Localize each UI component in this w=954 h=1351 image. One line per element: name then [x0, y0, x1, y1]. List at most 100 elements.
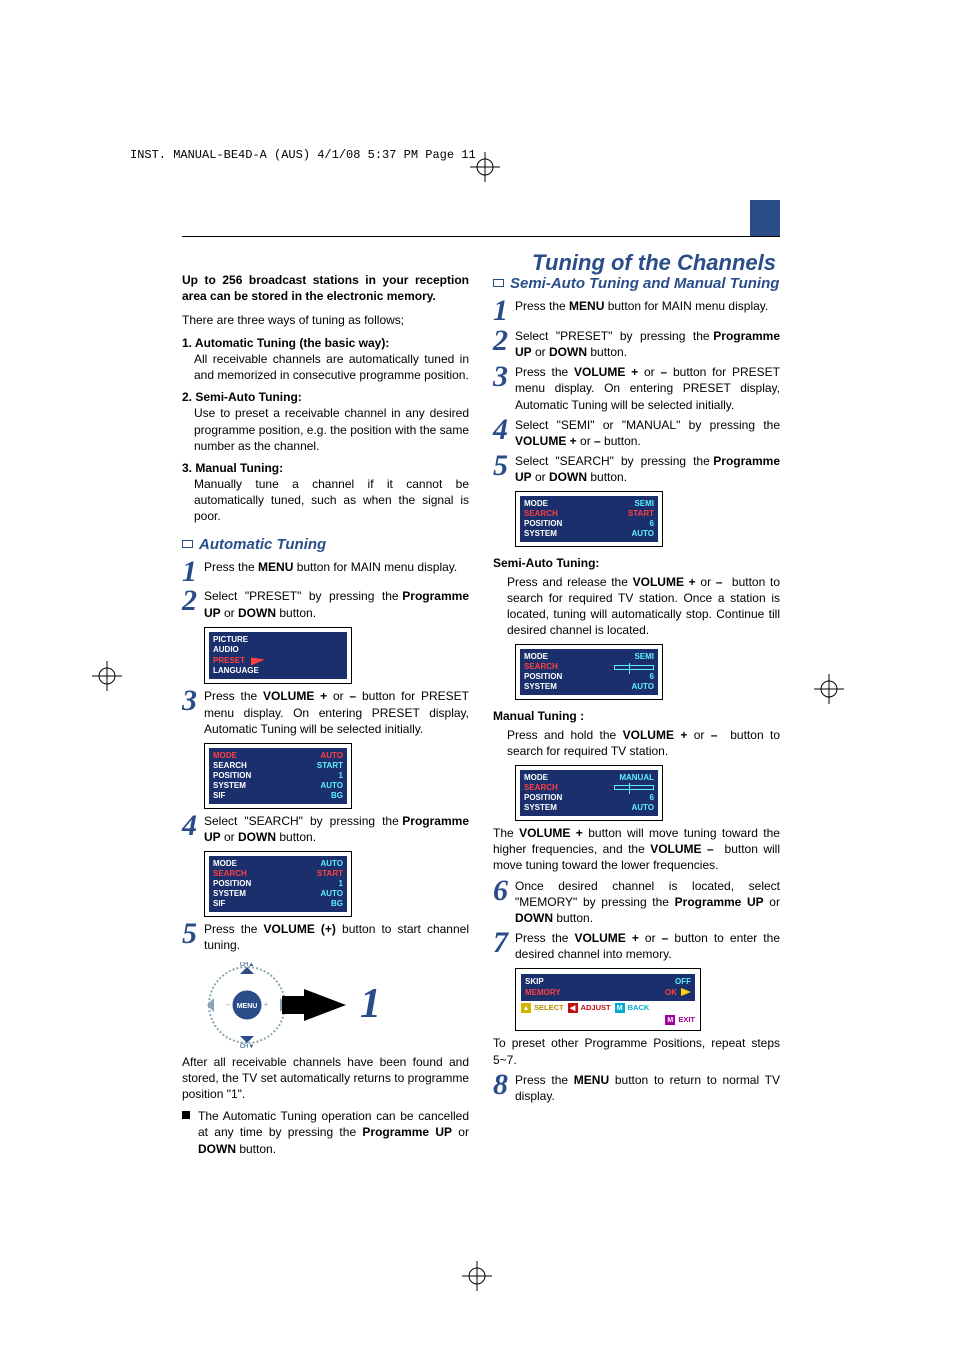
osd-row: SIFBG	[213, 791, 343, 801]
step-number: 3	[182, 688, 204, 714]
registration-mark-top	[470, 152, 500, 182]
step-text: Press the MENU button for MAIN menu disp…	[204, 559, 469, 575]
osd-row: SYSTEMAUTO	[524, 803, 654, 813]
osd-row: SEARCH	[524, 662, 654, 672]
right-column: Semi-Auto Tuning and Manual Tuning 1 Pre…	[493, 272, 780, 1223]
tuning-type-semi: 2. Semi-Auto Tuning: Use to preset a rec…	[182, 389, 469, 454]
step-number: 2	[182, 588, 204, 614]
step-text: Press the VOLUME + or – button for PRESE…	[204, 688, 469, 737]
step-number: 5	[182, 921, 204, 947]
red-key-icon: ◀	[568, 1003, 578, 1013]
step-text: Press the MENU button to return to norma…	[515, 1072, 780, 1104]
section-semi-manual: Semi-Auto Tuning and Manual Tuning	[493, 274, 780, 294]
cyan-key-icon: M	[615, 1003, 625, 1013]
cancel-text: The Automatic Tuning operation can be ca…	[198, 1108, 469, 1157]
step-number: 2	[493, 328, 515, 354]
step-8: 8 Press the MENU button to return to nor…	[493, 1072, 780, 1104]
osd-row: MODESEMI	[524, 499, 654, 509]
yellow-key-icon: ▲	[521, 1003, 531, 1013]
step-number: 6	[493, 878, 515, 904]
print-header: INST. MANUAL-BE4D-A (AUS) 4/1/08 5:37 PM…	[130, 148, 476, 162]
remote-diagram: MENU CH▲ CH▼ – + 1	[204, 962, 469, 1048]
osd-row: SIFBG	[213, 899, 343, 909]
section-bullet-icon	[182, 540, 193, 548]
step-3: 3 Press the VOLUME + or – button for PRE…	[493, 364, 780, 413]
soft-keys: ▲SELECT ◀ADJUST MBACK	[521, 1003, 695, 1013]
osd-item: AUDIO	[213, 645, 343, 655]
left-column: Up to 256 broadcast stations in your rec…	[182, 272, 469, 1223]
step-text: Select "SEARCH" by pressing the Programm…	[515, 453, 780, 485]
big-1: 1	[360, 976, 381, 1033]
step-text: Press the VOLUME + or – button for PRESE…	[515, 364, 780, 413]
content-columns: Up to 256 broadcast stations in your rec…	[182, 272, 780, 1223]
osd-semi-1: MODESEMI SEARCHSTART POSITION6 SYSTEMAUT…	[515, 491, 663, 547]
registration-mark-right	[814, 674, 844, 704]
svg-text:CH▲: CH▲	[240, 962, 255, 968]
osd-preset-auto-search: MODEAUTO SEARCHSTART POSITION1 SYSTEMAUT…	[204, 851, 352, 917]
cancel-note: The Automatic Tuning operation can be ca…	[182, 1108, 469, 1157]
osd-row: MEMORYOK	[525, 988, 691, 998]
osd-row: MODESEMI	[524, 652, 654, 662]
osd-row: POSITION1	[213, 771, 343, 781]
osd-row: SYSTEMAUTO	[213, 889, 343, 899]
sk-label: ADJUST	[581, 1003, 611, 1013]
arrow-right-icon	[304, 989, 346, 1021]
osd-item: LANGUAGE	[213, 666, 343, 676]
step-text: Select "PRESET" by pressing the Programm…	[515, 328, 780, 360]
sk-label: SELECT	[534, 1003, 564, 1013]
osd-item: PICTURE	[213, 635, 343, 645]
osd-row: SEARCH	[524, 783, 654, 793]
sk-label: BACK	[628, 1003, 650, 1013]
step-number: 5	[493, 453, 515, 479]
step-5: 5 Press the VOLUME (+) button to start c…	[182, 921, 469, 953]
section-label: Automatic Tuning	[199, 536, 326, 553]
section-bullet-icon	[493, 279, 504, 287]
osd-row: SYSTEMAUTO	[213, 781, 343, 791]
osd-row: MODEMANUAL	[524, 773, 654, 783]
osd-row: SEARCHSTART	[213, 869, 343, 879]
osd-item-selected: PRESET	[213, 656, 343, 666]
osd-row: SEARCHSTART	[524, 509, 654, 519]
step-number: 4	[493, 417, 515, 443]
step-4: 4 Select "SEMI" or "MANUAL" by pressing …	[493, 417, 780, 449]
manual-head: Manual Tuning :	[493, 708, 780, 724]
intro-bold: Up to 256 broadcast stations in your rec…	[182, 272, 469, 304]
step-text: Press the MENU button for MAIN menu disp…	[515, 298, 780, 314]
osd-row: POSITION6	[524, 793, 654, 803]
step-number: 1	[493, 298, 515, 324]
registration-mark-left	[92, 661, 122, 691]
svg-text:CH▼: CH▼	[240, 1044, 255, 1048]
ok-arrow-icon	[681, 988, 691, 996]
tt-head: 3. Manual Tuning:	[182, 460, 469, 476]
section-automatic-tuning: Automatic Tuning	[182, 535, 469, 555]
osd-semi-2: MODESEMI SEARCH POSITION6 SYSTEMAUTO	[515, 644, 663, 700]
osd-row: POSITION6	[524, 519, 654, 529]
step-6: 6 Once desired channel is located, selec…	[493, 878, 780, 927]
remote-nav-icon: MENU CH▲ CH▼ – +	[204, 962, 290, 1048]
step-1: 1 Press the MENU button for MAIN menu di…	[182, 559, 469, 585]
step-text: Press the VOLUME + or – button to enter …	[515, 930, 780, 962]
tuning-type-manual: 3. Manual Tuning: Manually tune a channe…	[182, 460, 469, 525]
svg-text:–: –	[226, 1000, 231, 1009]
repeat-para: To preset other Programme Positions, rep…	[493, 1035, 780, 1067]
step-number: 8	[493, 1072, 515, 1098]
step-4: 4 Select "SEARCH" by pressing the Progra…	[182, 813, 469, 845]
tt-body: Use to preset a receivable channel in an…	[182, 405, 469, 454]
registration-mark-bottom	[462, 1261, 492, 1291]
step-2: 2 Select "PRESET" by pressing the Progra…	[493, 328, 780, 360]
osd-row: SYSTEMAUTO	[524, 682, 654, 692]
soft-keys-2: MEXIT	[521, 1015, 695, 1025]
step-7: 7 Press the VOLUME + or – button to ente…	[493, 930, 780, 962]
magenta-key-icon: M	[665, 1015, 675, 1025]
step-2: 2 Select "PRESET" by pressing the Progra…	[182, 588, 469, 620]
osd-memory: SKIPOFF MEMORYOK ▲SELECT ◀ADJUST MBACK M…	[515, 968, 701, 1031]
step-text: Once desired channel is located, select …	[515, 878, 780, 927]
osd-row: POSITION6	[524, 672, 654, 682]
step-number: 3	[493, 364, 515, 390]
osd-row: SKIPOFF	[525, 977, 691, 987]
step-number: 1	[182, 559, 204, 585]
selected-arrow-icon	[251, 654, 265, 665]
osd-main-menu: PICTURE AUDIO PRESET LANGUAGE	[204, 627, 352, 685]
step-text: Select "SEMI" or "MANUAL" by pressing th…	[515, 417, 780, 449]
osd-row: MODEAUTO	[213, 859, 343, 869]
